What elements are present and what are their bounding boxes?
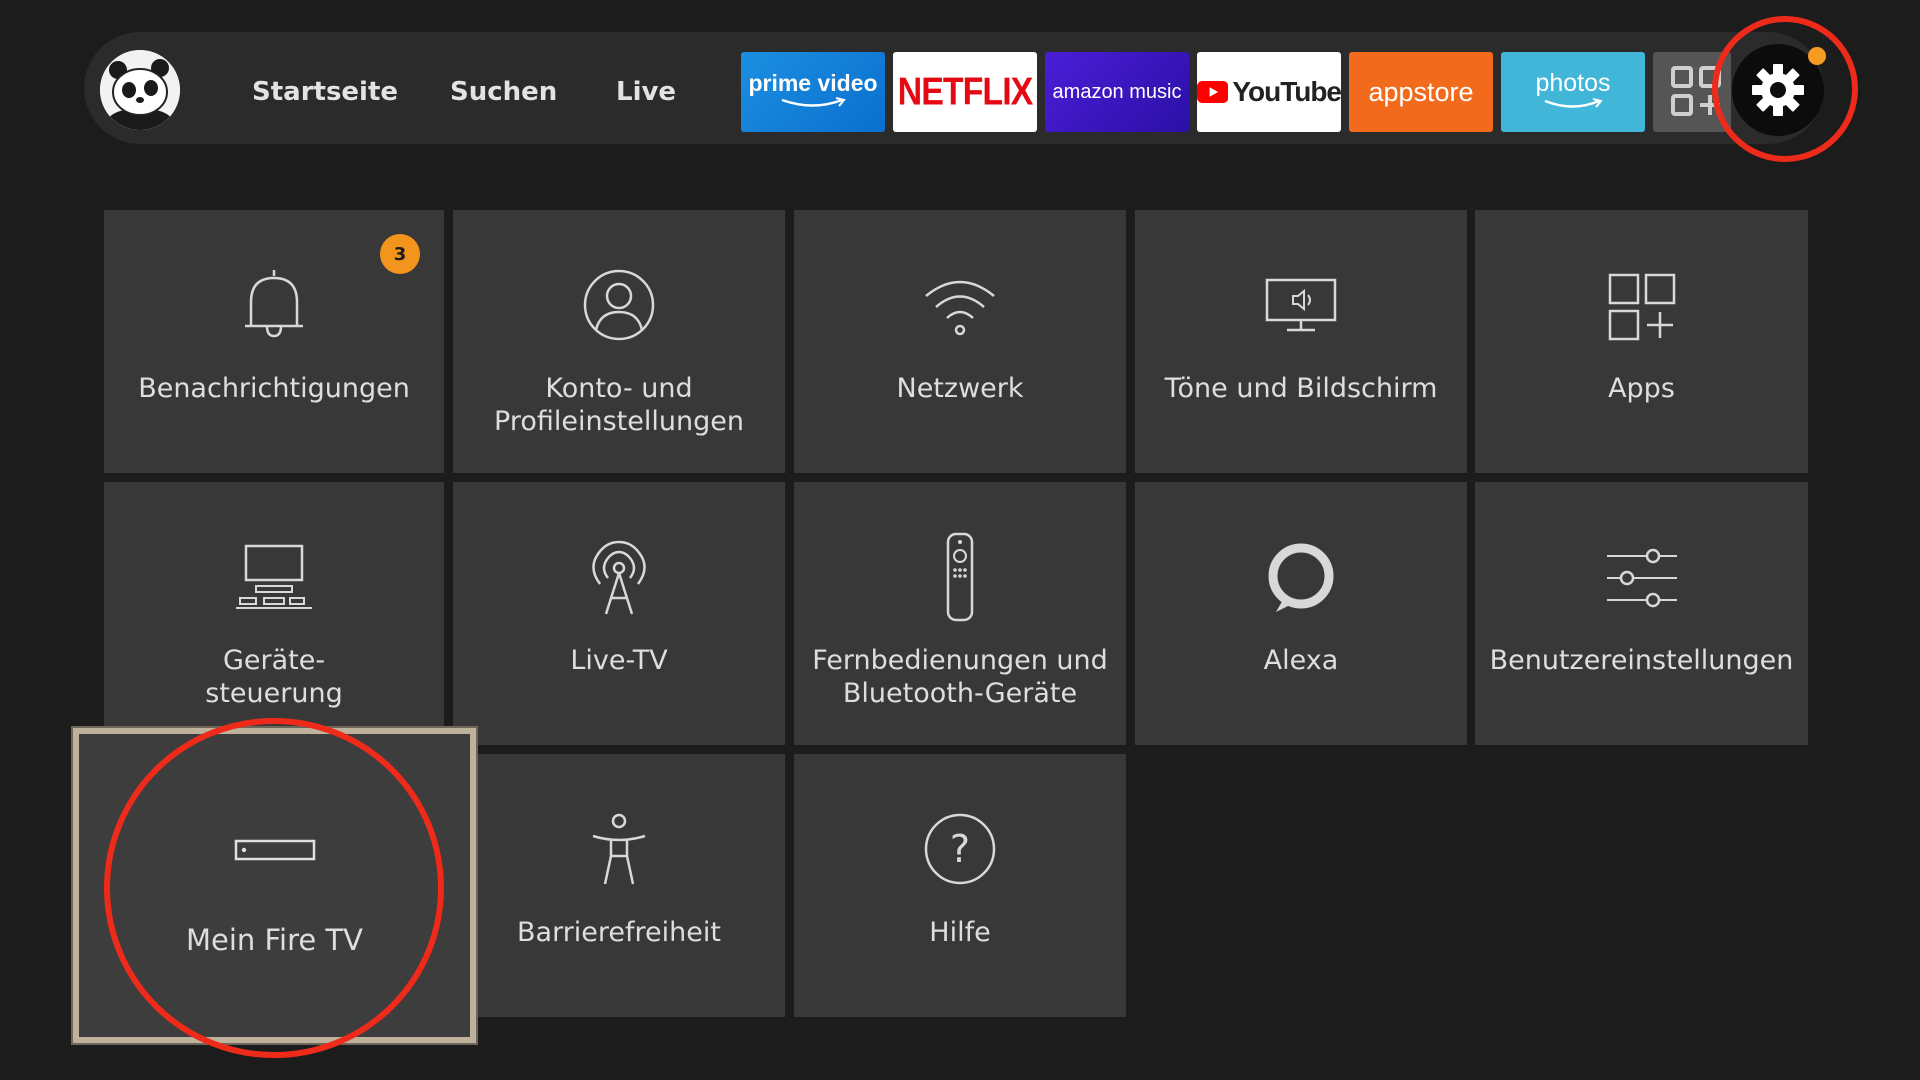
card-label: Barrierefreiheit	[517, 917, 721, 948]
youtube-play-icon	[1197, 81, 1229, 103]
highlight-ring-my-fire-tv	[104, 718, 444, 1058]
settings-card-help[interactable]: ? Hilfe	[794, 754, 1126, 1017]
card-label: Konto- und Profileinstellungen	[494, 373, 744, 437]
sliders-icon	[1606, 548, 1677, 608]
settings-card-apps[interactable]: Apps	[1475, 210, 1808, 473]
app-tile-photos[interactable]: photos	[1501, 52, 1645, 132]
smile-arrow-icon	[781, 96, 846, 107]
apps-icon	[1608, 273, 1675, 341]
photos-logo: photos	[1535, 68, 1611, 97]
netflix-logo: NETFLIX	[897, 69, 1034, 114]
settings-card-preferences[interactable]: Benutzereinstellungen	[1475, 482, 1808, 745]
app-tile-netflix[interactable]: NETFLIX	[893, 52, 1037, 132]
card-label: Apps	[1608, 373, 1675, 404]
card-label: Fernbedienungen und Bluetooth-Geräte	[812, 645, 1108, 709]
settings-card-account-profile[interactable]: Konto- und Profileinstellungen	[453, 210, 785, 473]
settings-card-device-control[interactable]: Geräte- steuerung	[104, 482, 444, 745]
settings-card-sound-display[interactable]: Töne und Bildschirm	[1135, 210, 1467, 473]
youtube-logo: YouTube	[1232, 76, 1342, 107]
highlight-ring-settings	[1712, 16, 1858, 162]
card-label: Alexa	[1263, 645, 1339, 676]
card-label: Geräte- steuerung	[205, 645, 343, 709]
card-label: Hilfe	[929, 917, 991, 948]
app-tile-appstore[interactable]: appstore	[1349, 52, 1493, 132]
card-label: Benachrichtigungen	[138, 373, 410, 404]
smile-arrow-icon	[1544, 97, 1603, 108]
appstore-logo: appstore	[1368, 76, 1474, 107]
nav-search[interactable]: Suchen	[450, 72, 557, 112]
panda-avatar-icon	[100, 50, 180, 130]
settings-card-live-tv[interactable]: Live-TV	[453, 482, 785, 745]
nav-live[interactable]: Live	[616, 72, 676, 112]
app-tile-prime-video[interactable]: prime video	[741, 52, 885, 132]
device-control-icon	[236, 544, 312, 609]
notification-count-badge: 3	[380, 234, 420, 274]
settings-card-notifications[interactable]: 3 Benachrichtigungen	[104, 210, 444, 473]
prime-video-logo: prime video	[748, 69, 878, 96]
settings-card-alexa[interactable]: Alexa	[1135, 482, 1467, 745]
card-label: Töne und Bildschirm	[1164, 373, 1438, 404]
app-tile-youtube[interactable]: YouTube	[1197, 52, 1342, 132]
settings-card-accessibility[interactable]: Barrierefreiheit	[453, 754, 785, 1017]
nav-home[interactable]: Startseite	[252, 72, 398, 112]
app-tile-amazon-music[interactable]: amazon music	[1045, 52, 1189, 132]
bell-icon	[245, 270, 303, 338]
profile-avatar[interactable]	[100, 50, 180, 130]
remote-icon	[946, 532, 974, 622]
amazon-music-logo: amazon music	[1052, 80, 1182, 103]
card-label: Live-TV	[570, 645, 668, 676]
card-label: Benutzereinstellungen	[1489, 645, 1794, 676]
accessibility-icon	[592, 813, 646, 885]
wifi-icon	[925, 280, 995, 336]
settings-card-network[interactable]: Netzwerk	[794, 210, 1126, 473]
svg-text:?: ?	[950, 827, 970, 871]
card-label: Netzwerk	[896, 373, 1024, 404]
help-icon: ?	[924, 813, 996, 885]
display-sound-icon	[1265, 278, 1337, 332]
account-icon	[583, 269, 655, 341]
alexa-icon	[1268, 543, 1334, 612]
settings-card-remotes-bluetooth[interactable]: Fernbedienungen und Bluetooth-Geräte	[794, 482, 1126, 745]
antenna-icon	[592, 540, 646, 615]
